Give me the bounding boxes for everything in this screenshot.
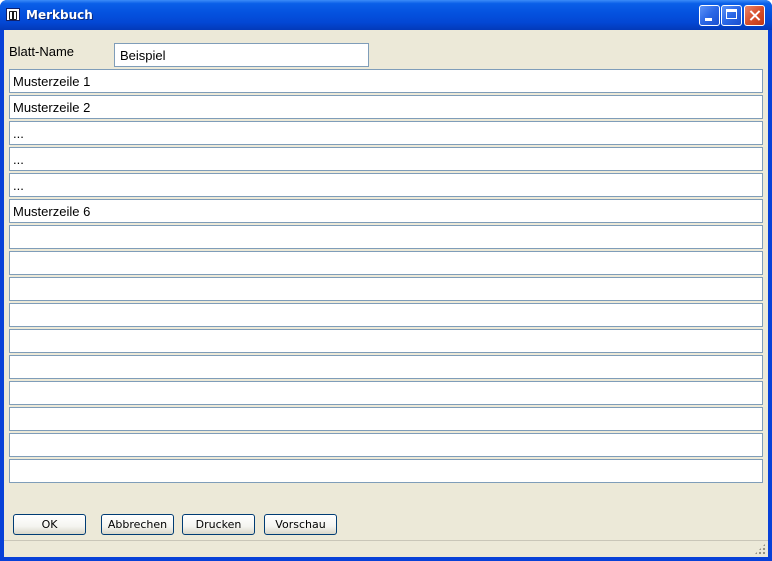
line-input-12[interactable] — [9, 355, 763, 379]
merkbuch-window: Merkbuch Blatt-Name OK Abbrechen Drucken… — [0, 0, 772, 561]
window-title: Merkbuch — [26, 8, 93, 22]
resize-grip-icon[interactable] — [754, 543, 766, 555]
line-input-6[interactable] — [9, 199, 763, 223]
sheet-name-input[interactable] — [114, 43, 369, 67]
line-input-8[interactable] — [9, 251, 763, 275]
line-input-9[interactable] — [9, 277, 763, 301]
line-input-2[interactable] — [9, 95, 763, 119]
line-input-4[interactable] — [9, 147, 763, 171]
line-input-13[interactable] — [9, 381, 763, 405]
title-bar[interactable]: Merkbuch — [0, 0, 772, 30]
form-area: Blatt-Name OK Abbrechen Drucken Vorschau — [4, 30, 768, 557]
line-input-5[interactable] — [9, 173, 763, 197]
cancel-button[interactable]: Abbrechen — [101, 514, 174, 535]
line-input-15[interactable] — [9, 433, 763, 457]
sheet-name-label: Blatt-Name — [9, 44, 75, 59]
preview-button[interactable]: Vorschau — [264, 514, 337, 535]
app-icon[interactable] — [6, 8, 20, 21]
line-input-7[interactable] — [9, 225, 763, 249]
line-input-1[interactable] — [9, 69, 763, 93]
status-bar — [4, 540, 768, 557]
line-input-14[interactable] — [9, 407, 763, 431]
line-input-3[interactable] — [9, 121, 763, 145]
ok-button[interactable]: OK — [13, 514, 86, 535]
line-input-11[interactable] — [9, 329, 763, 353]
minimize-button[interactable] — [699, 5, 720, 26]
print-button[interactable]: Drucken — [182, 514, 255, 535]
line-input-16[interactable] — [9, 459, 763, 483]
close-button[interactable] — [744, 5, 765, 26]
maximize-button[interactable] — [721, 5, 742, 26]
line-input-10[interactable] — [9, 303, 763, 327]
